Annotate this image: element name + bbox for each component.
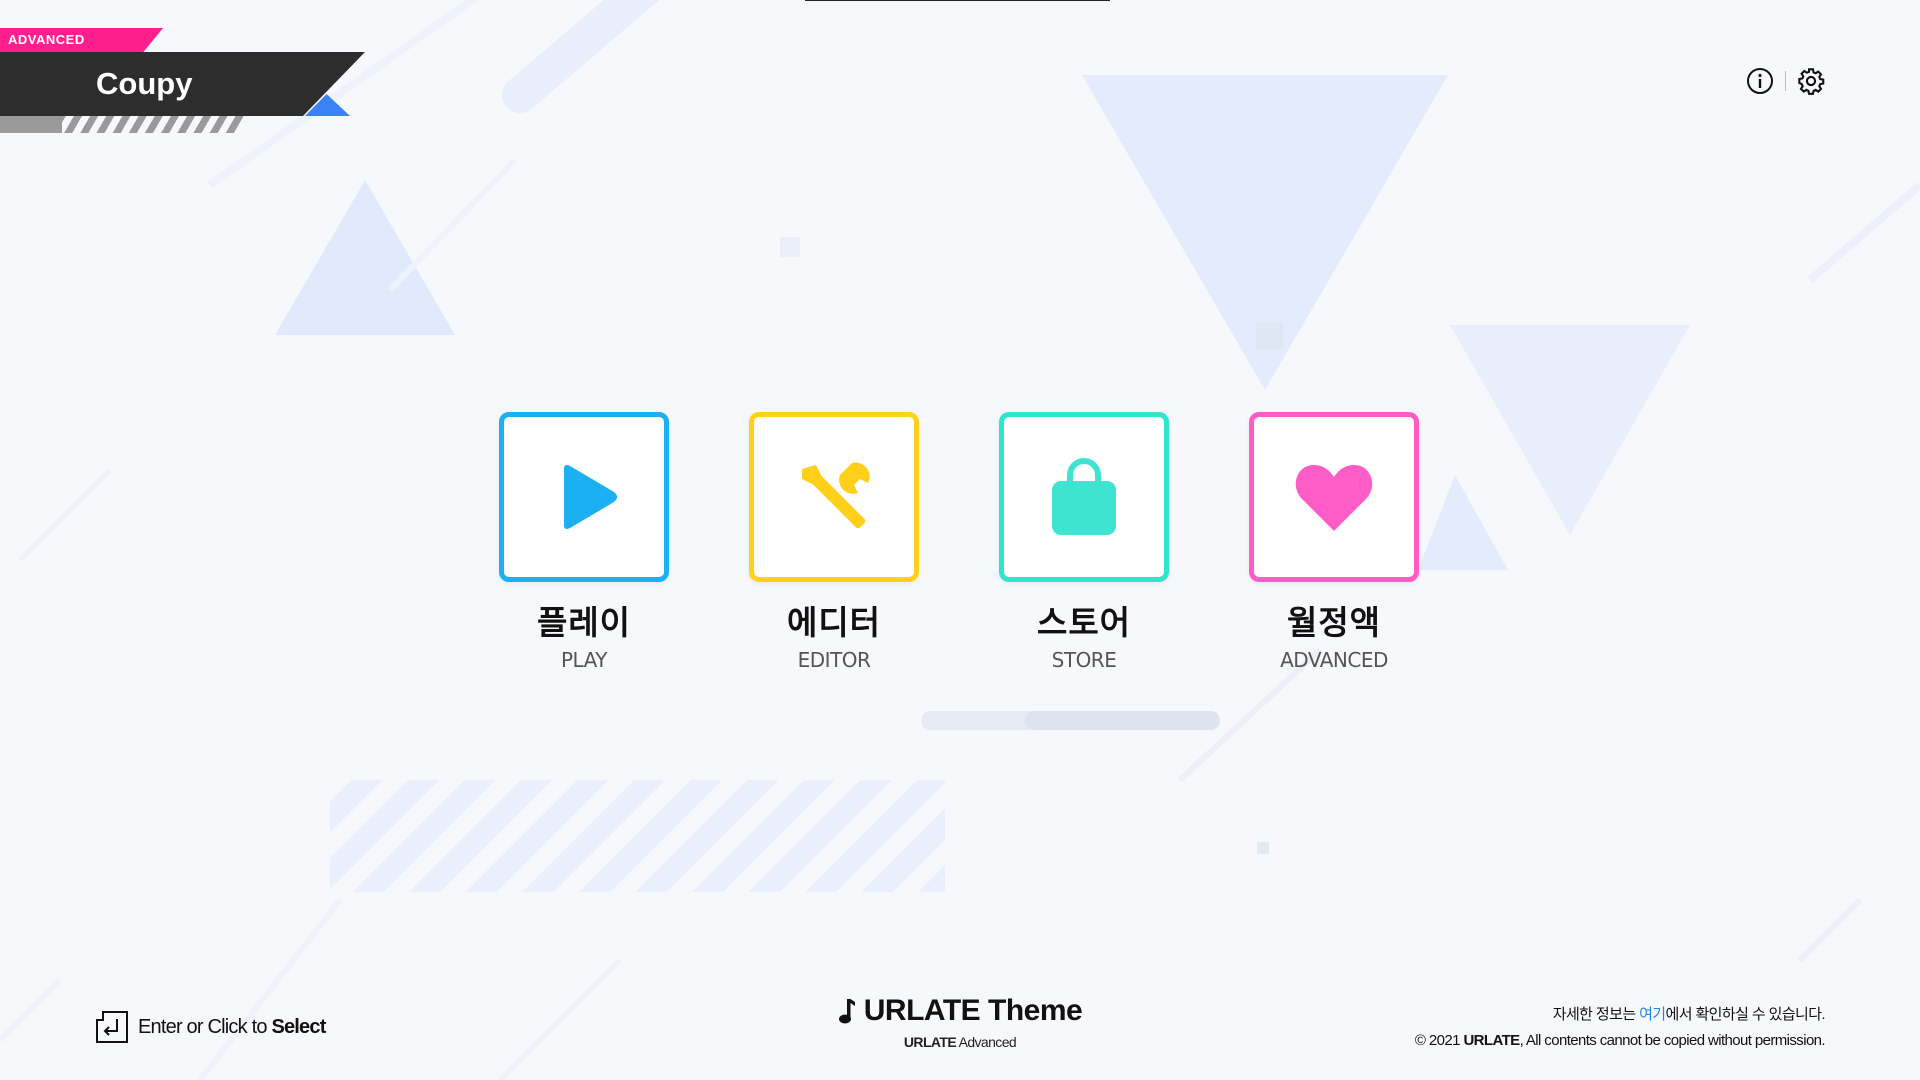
info-link[interactable]: 여기 — [1639, 1006, 1666, 1023]
hint-action: Select — [271, 1015, 326, 1038]
advanced-tile[interactable] — [1249, 412, 1419, 582]
copyright-line: © 2021 URLATE, All contents cannot be co… — [1414, 1032, 1826, 1049]
shopping-bag-icon — [1052, 458, 1116, 535]
menu-item-play[interactable]: 플레이 PLAY — [495, 412, 673, 672]
menu-scrollbar[interactable] — [921, 711, 1220, 730]
menu-label-en: ADVANCED — [1280, 648, 1388, 672]
main-menu: 플레이 PLAY 에디터 EDITOR 스토어 STORE 월정액 ADVANC… — [495, 412, 1423, 672]
store-tile[interactable] — [999, 412, 1169, 582]
menu-label-en: STORE — [1051, 648, 1117, 672]
play-tile[interactable] — [499, 412, 669, 582]
enter-key-icon — [96, 1011, 128, 1043]
info-line: 자세한 정보는 여기에서 확인하실 수 있습니다. — [1552, 1006, 1826, 1023]
hint-text: Enter or Click to Select — [138, 1015, 326, 1038]
menu-item-advanced[interactable]: 월정액 ADVANCED — [1245, 412, 1423, 672]
top-toolbar — [1745, 66, 1826, 96]
tier-badge: ADVANCED — [0, 28, 163, 52]
menu-label-kr: 에디터 — [786, 603, 882, 642]
heart-icon — [1295, 465, 1373, 531]
badge-stripes — [0, 116, 250, 133]
menu-label-en: PLAY — [560, 648, 608, 672]
music-note-icon — [838, 999, 855, 1024]
menu-label-kr: 월정액 — [1286, 603, 1382, 642]
toolbar-divider — [1785, 71, 1786, 91]
menu-label-kr: 스토어 — [1036, 603, 1132, 642]
scrollbar-thumb[interactable] — [1025, 711, 1220, 730]
menu-item-store[interactable]: 스토어 STORE — [995, 412, 1173, 672]
player-badge: ADVANCED Coupy — [0, 0, 370, 140]
info-icon[interactable] — [1745, 66, 1775, 96]
menu-item-editor[interactable]: 에디터 EDITOR — [745, 412, 923, 672]
credits: 자세한 정보는 여기에서 확인하실 수 있습니다. © 2021 URLATE,… — [1414, 1002, 1826, 1054]
play-icon — [564, 465, 617, 529]
theme-info: URLATE Theme URLATE Advanced — [820, 994, 1100, 1050]
menu-label-kr: 플레이 — [536, 603, 632, 642]
username: Coupy — [0, 52, 365, 116]
menu-label-en: EDITOR — [797, 648, 871, 672]
theme-subtitle: URLATE Advanced — [903, 1034, 1017, 1050]
theme-title: URLATE Theme — [863, 994, 1083, 1027]
wrench-icon — [802, 462, 870, 529]
gear-icon[interactable] — [1796, 66, 1826, 96]
editor-tile[interactable] — [749, 412, 919, 582]
select-hint: Enter or Click to Select — [95, 1010, 326, 1044]
